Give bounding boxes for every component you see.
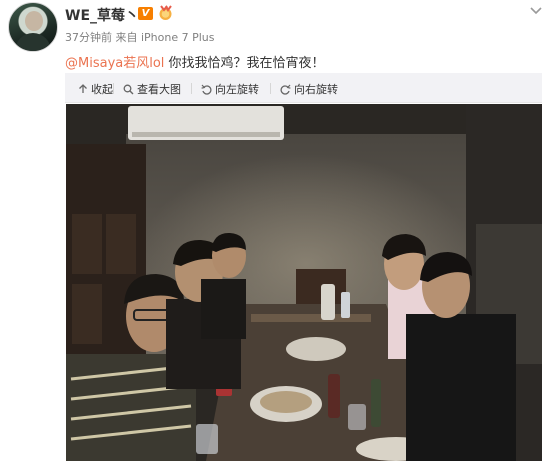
rotate-right-button[interactable]: 向右旋转 (280, 81, 338, 97)
image-toolbar: 收起 查看大图 向左旋转 向右旋转 (65, 73, 542, 103)
chevron-down-icon[interactable] (530, 7, 542, 15)
toolbar-divider (270, 83, 271, 94)
magnifier-icon (123, 84, 134, 94)
rotate-right-label: 向右旋转 (294, 83, 338, 96)
mention-link[interactable]: @Misaya若风lol (65, 56, 164, 71)
toolbar-divider (113, 83, 114, 94)
username[interactable]: WE_草莓丶 (65, 5, 139, 25)
view-large-label: 查看大图 (137, 83, 181, 96)
post-content: @Misaya若风lol 你找我恰鸡？我在恰宵夜！ (65, 52, 325, 71)
post-text: 你找我恰鸡？我在恰宵夜！ (164, 56, 325, 71)
user-avatar[interactable] (8, 2, 58, 52)
collapse-label: 收起 (91, 83, 113, 96)
collapse-button[interactable]: 收起 (78, 81, 113, 97)
post-meta: 37分钟前 来自 iPhone 7 Plus (65, 31, 215, 44)
view-large-button[interactable]: 查看大图 (123, 81, 181, 97)
arrow-up-icon (79, 84, 87, 93)
rotate-left-icon (201, 84, 212, 95)
weibo-post-card: WE_草莓丶 V 37分钟前 来自 iPhone 7 Plus @Misaya若… (0, 0, 550, 463)
rotate-right-icon (280, 84, 291, 95)
vip-badge-icon[interactable]: V (138, 7, 153, 20)
toolbar-divider (191, 83, 192, 94)
medal-icon[interactable] (157, 5, 174, 21)
rotate-left-label: 向左旋转 (215, 83, 259, 96)
group-dinner-photo (66, 104, 542, 461)
rotate-left-button[interactable]: 向左旋转 (201, 81, 259, 97)
post-photo[interactable] (66, 104, 542, 461)
